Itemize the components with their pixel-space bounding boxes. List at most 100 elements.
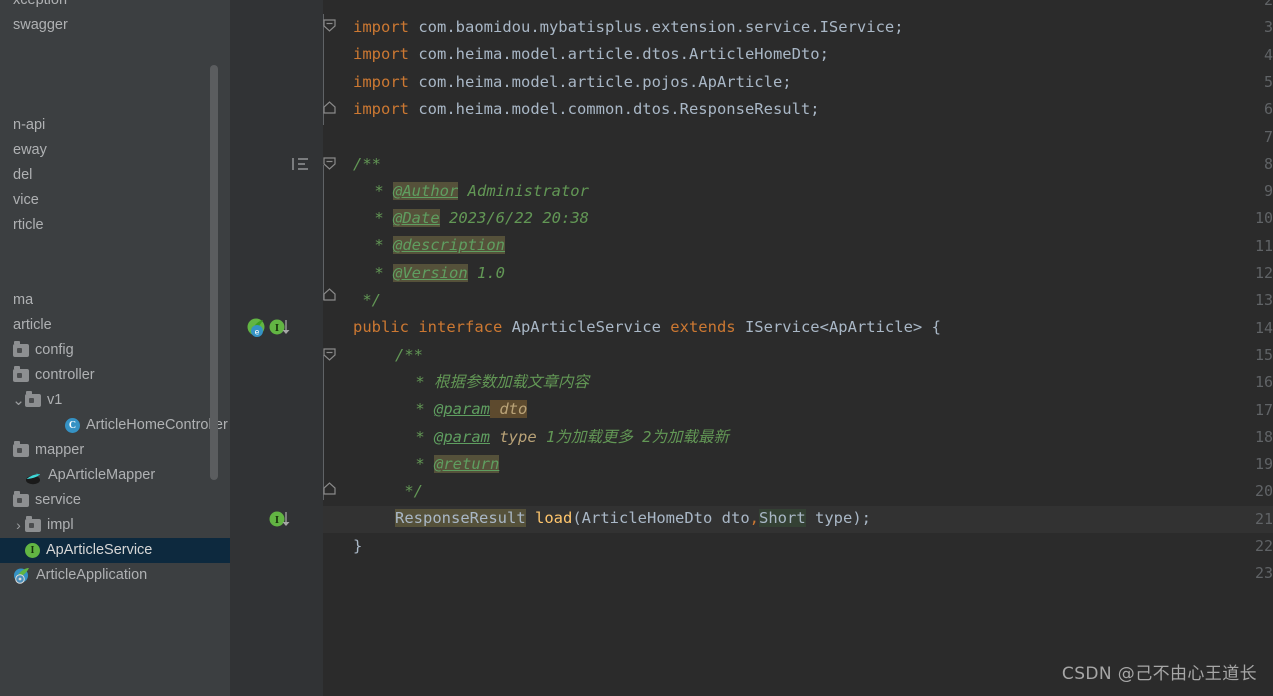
line-number-22: 22 — [1254, 537, 1273, 555]
sidebar-scrollbar-track[interactable] — [210, 0, 224, 696]
code-line-12[interactable]: * @Version 1.0 — [365, 260, 505, 287]
project-tree[interactable]: xception swagger n-api eway del vice rticle ma a… — [0, 0, 230, 588]
code-line-19[interactable]: * @return — [406, 451, 500, 478]
tree-item-v1[interactable]: ⌄ v1 — [0, 388, 230, 413]
tree-item-eway[interactable]: eway — [0, 138, 230, 163]
class-icon: C — [65, 418, 80, 433]
param-type-short: Short — [759, 509, 806, 528]
keyword-import: import — [353, 99, 409, 118]
tree-item-impl[interactable]: › impl — [0, 513, 230, 538]
code-line-13[interactable]: */ — [353, 287, 381, 314]
line-number-17: 17 — [1254, 400, 1273, 419]
tree-item-articleapplication[interactable]: ArticleApplication — [0, 563, 230, 588]
code-line-15[interactable]: /** — [395, 342, 423, 369]
line-number-19: 19 — [1254, 455, 1273, 474]
code-line-20[interactable]: */ — [395, 478, 423, 505]
tree-spacer-row — [0, 238, 230, 263]
tree-spacer-row — [0, 63, 230, 88]
javadoc-star: * — [365, 236, 393, 255]
param-name-dto: dto — [712, 509, 750, 528]
tree-item-rticle[interactable]: rticle — [0, 213, 230, 238]
code-line-10[interactable]: * @Date 2023/6/22 20:38 — [365, 205, 589, 232]
tree-item-mapper[interactable]: mapper — [0, 438, 230, 463]
tree-item-aparticlemapper[interactable]: ApArticleMapper — [0, 463, 230, 488]
paren-open: ( — [572, 509, 582, 528]
code-editor[interactable]: import com.baomidou.mybatisplus.extensio… — [230, 0, 1273, 696]
line-number-9: 9 — [1263, 182, 1273, 201]
code-line-14[interactable]: public interface ApArticleService extend… — [353, 314, 941, 341]
tree-item-articlehomecontroller[interactable]: C ArticleHomeController — [0, 413, 230, 438]
line-number-20: 20 — [1254, 482, 1273, 501]
code-line-18[interactable]: * @param type 1为加载更多 2为加载最新 — [406, 424, 729, 451]
line-number-10: 10 — [1254, 209, 1273, 228]
line-number-4: 4 — [1263, 45, 1273, 64]
code-line-21[interactable]: ResponseResult load(ArticleHomeDto dto,S… — [395, 505, 871, 532]
tree-item-service[interactable]: service — [0, 488, 230, 513]
javadoc-author-value: Administrator — [458, 181, 589, 200]
javadoc-star: * — [406, 400, 434, 419]
code-line-5[interactable]: import com.heima.model.article.pojos.ApA… — [353, 69, 792, 96]
javadoc-tag-author: @Author — [393, 181, 459, 200]
spring-app-icon — [13, 567, 30, 584]
keyword-public-interface: public interface — [353, 318, 503, 337]
editor-gutter[interactable] — [230, 0, 323, 696]
code-line-17[interactable]: * @param dto — [406, 396, 528, 423]
interface-icon: I — [25, 543, 40, 558]
tree-item-vice[interactable]: vice — [0, 188, 230, 213]
project-tree-panel[interactable]: xception swagger n-api eway del vice rticle ma a… — [0, 0, 230, 696]
line-number-18: 18 — [1254, 427, 1273, 446]
line-number-14: 14 — [1254, 318, 1273, 337]
tree-item-swagger[interactable]: swagger — [0, 13, 230, 38]
tree-item-xception[interactable]: xception — [0, 0, 230, 13]
javadoc-star: * — [365, 181, 393, 200]
tree-item-label: swagger — [13, 17, 68, 33]
code-line-3[interactable]: import com.baomidou.mybatisplus.extensio… — [353, 14, 904, 41]
folder-icon — [25, 516, 41, 532]
editor-code-area[interactable]: import com.baomidou.mybatisplus.extensio… — [323, 0, 1273, 696]
tree-item-label: n-api — [13, 117, 46, 133]
ide-window: xception swagger n-api eway del vice rticle ma a… — [0, 0, 1273, 696]
tree-item-article[interactable]: article — [0, 313, 230, 338]
closing-brace: } — [353, 536, 363, 555]
tree-item-config[interactable]: config — [0, 338, 230, 363]
folder-icon — [13, 441, 29, 457]
tree-item-label: mapper — [35, 442, 85, 458]
tree-item-label: v1 — [47, 392, 63, 408]
javadoc-tag-return: @return — [434, 454, 500, 473]
chevron-down-icon[interactable]: ⌄ — [12, 392, 25, 409]
javadoc-close: */ — [353, 291, 381, 309]
code-line-4[interactable]: import com.heima.model.article.dtos.Arti… — [353, 41, 829, 68]
line-number-2: 2 — [1263, 0, 1273, 9]
javadoc-param-type: type — [490, 427, 537, 446]
param-name-type: type — [805, 509, 853, 528]
tree-item-label: vice — [13, 192, 39, 208]
line-number-23: 23 — [1254, 564, 1273, 583]
code-line-16[interactable]: * 根据参数加载文章内容 — [406, 369, 589, 396]
tree-item-ma[interactable]: ma — [0, 288, 230, 313]
javadoc-tag-version: @Version — [393, 263, 468, 282]
keyword-import: import — [353, 18, 409, 36]
folder-icon — [13, 491, 29, 507]
param-type-articlehomedto: ArticleHomeDto — [581, 509, 713, 528]
tree-spacer-row — [0, 38, 230, 63]
code-line-22[interactable]: } — [353, 533, 362, 560]
code-line-11[interactable]: * @description — [365, 232, 505, 259]
tree-item-n-api[interactable]: n-api — [0, 113, 230, 138]
tree-item-label: ApArticleMapper — [48, 467, 156, 483]
import-path: com.heima.model.article.pojos.ApArticle; — [409, 72, 792, 91]
tree-item-del[interactable]: del — [0, 163, 230, 188]
code-line-8[interactable]: /** — [353, 151, 381, 178]
tree-spacer-row — [0, 263, 230, 288]
line-number-13: 13 — [1254, 291, 1273, 310]
paren-close-semicolon: ); — [852, 509, 872, 528]
javadoc-tag-param: @param — [434, 400, 490, 419]
code-line-9[interactable]: * @Author Administrator — [365, 178, 589, 205]
tree-item-controller[interactable]: controller — [0, 363, 230, 388]
line-number-21: 21 — [1254, 509, 1273, 528]
tree-spacer-row — [0, 88, 230, 113]
code-line-6[interactable]: import com.heima.model.common.dtos.Respo… — [353, 96, 820, 123]
javadoc-version-value: 1.0 — [467, 263, 505, 282]
chevron-right-icon[interactable]: › — [12, 513, 25, 538]
sidebar-scrollbar-thumb[interactable] — [210, 65, 218, 480]
tree-item-aparticleservice[interactable]: I ApArticleService — [0, 538, 230, 563]
